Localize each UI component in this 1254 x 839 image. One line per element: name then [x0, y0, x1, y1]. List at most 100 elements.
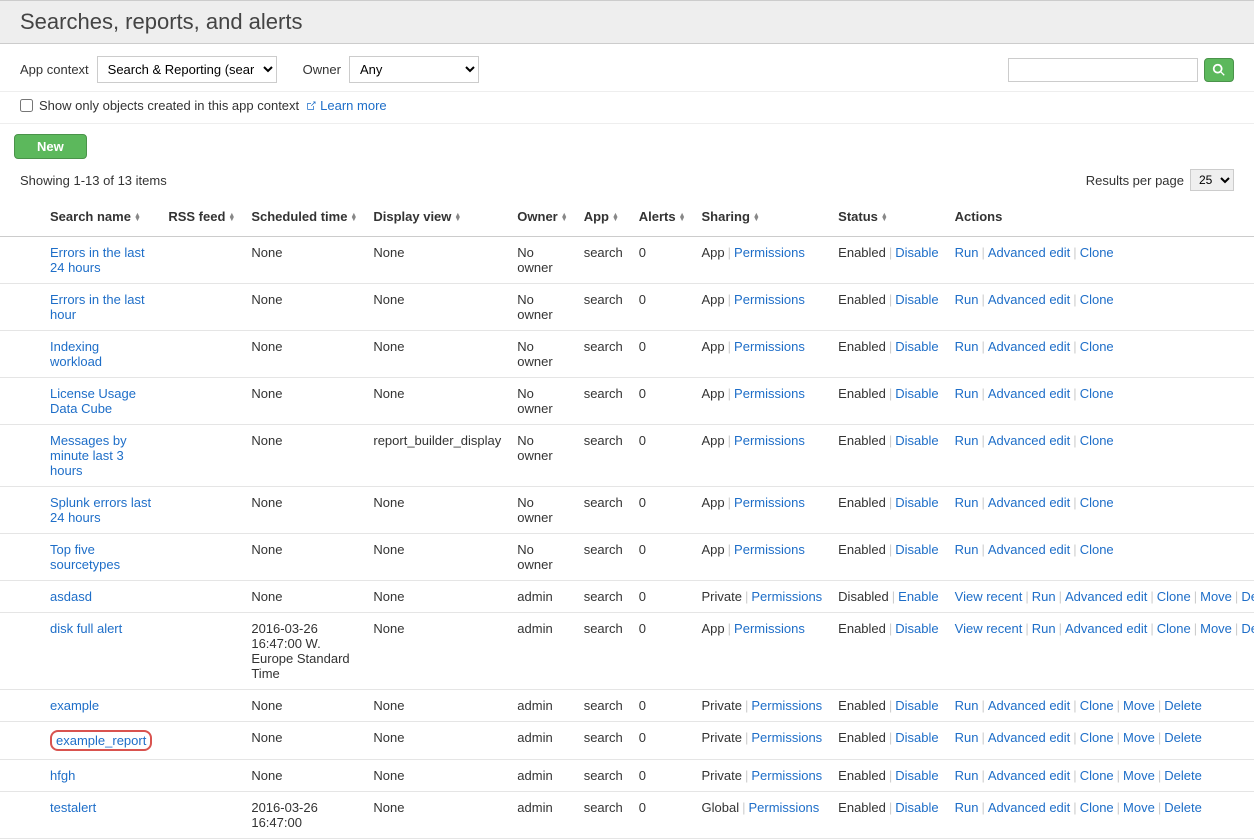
status-action-link[interactable]: Disable	[895, 698, 938, 713]
action-link-view-recent[interactable]: View recent	[955, 589, 1023, 604]
action-link-advanced-edit[interactable]: Advanced edit	[1065, 589, 1147, 604]
action-link-clone[interactable]: Clone	[1080, 495, 1114, 510]
permissions-link[interactable]: Permissions	[734, 245, 805, 260]
permissions-link[interactable]: Permissions	[734, 621, 805, 636]
permissions-link[interactable]: Permissions	[748, 800, 819, 815]
action-link-clone[interactable]: Clone	[1080, 245, 1114, 260]
action-link-run[interactable]: Run	[955, 245, 979, 260]
action-link-advanced-edit[interactable]: Advanced edit	[988, 339, 1070, 354]
action-link-run[interactable]: Run	[955, 495, 979, 510]
search-name-link[interactable]: License Usage Data Cube	[50, 386, 136, 416]
permissions-link[interactable]: Permissions	[751, 698, 822, 713]
action-link-clone[interactable]: Clone	[1080, 698, 1114, 713]
action-link-advanced-edit[interactable]: Advanced edit	[988, 386, 1070, 401]
status-action-link[interactable]: Disable	[895, 621, 938, 636]
action-link-advanced-edit[interactable]: Advanced edit	[988, 542, 1070, 557]
permissions-link[interactable]: Permissions	[751, 730, 822, 745]
action-link-clone[interactable]: Clone	[1080, 730, 1114, 745]
search-name-link[interactable]: asdasd	[50, 589, 92, 604]
action-link-delete[interactable]: Delete	[1164, 698, 1202, 713]
action-link-move[interactable]: Move	[1200, 589, 1232, 604]
col-header-app[interactable]: App▲▼	[576, 201, 631, 237]
action-link-clone[interactable]: Clone	[1080, 542, 1114, 557]
action-link-run[interactable]: Run	[955, 768, 979, 783]
col-header-sched[interactable]: Scheduled time▲▼	[243, 201, 365, 237]
action-link-advanced-edit[interactable]: Advanced edit	[1065, 621, 1147, 636]
search-button[interactable]	[1204, 58, 1234, 82]
action-link-delete[interactable]: Delete	[1164, 768, 1202, 783]
action-link-clone[interactable]: Clone	[1080, 292, 1114, 307]
action-link-run[interactable]: Run	[955, 698, 979, 713]
action-link-delete[interactable]: Delete	[1241, 621, 1254, 636]
action-link-run[interactable]: Run	[955, 800, 979, 815]
search-name-link[interactable]: testalert	[50, 800, 96, 815]
status-action-link[interactable]: Disable	[895, 730, 938, 745]
action-link-run[interactable]: Run	[955, 339, 979, 354]
action-link-advanced-edit[interactable]: Advanced edit	[988, 495, 1070, 510]
action-link-clone[interactable]: Clone	[1080, 433, 1114, 448]
permissions-link[interactable]: Permissions	[751, 589, 822, 604]
status-action-link[interactable]: Disable	[895, 542, 938, 557]
status-action-link[interactable]: Disable	[895, 339, 938, 354]
search-name-link[interactable]: Indexing workload	[50, 339, 102, 369]
action-link-run[interactable]: Run	[955, 433, 979, 448]
action-link-advanced-edit[interactable]: Advanced edit	[988, 698, 1070, 713]
owner-select[interactable]: Any	[349, 56, 479, 83]
search-name-link[interactable]: example_report	[56, 733, 146, 748]
app-context-select[interactable]: Search & Reporting (search)	[97, 56, 277, 83]
action-link-clone[interactable]: Clone	[1080, 768, 1114, 783]
search-name-link[interactable]: Splunk errors last 24 hours	[50, 495, 151, 525]
action-link-delete[interactable]: Delete	[1164, 730, 1202, 745]
action-link-advanced-edit[interactable]: Advanced edit	[988, 292, 1070, 307]
col-header-name[interactable]: Search name▲▼	[0, 201, 160, 237]
col-header-status[interactable]: Status▲▼	[830, 201, 946, 237]
action-link-move[interactable]: Move	[1123, 800, 1155, 815]
action-link-move[interactable]: Move	[1123, 730, 1155, 745]
action-link-advanced-edit[interactable]: Advanced edit	[988, 433, 1070, 448]
permissions-link[interactable]: Permissions	[751, 768, 822, 783]
action-link-advanced-edit[interactable]: Advanced edit	[988, 768, 1070, 783]
permissions-link[interactable]: Permissions	[734, 386, 805, 401]
search-name-link[interactable]: hfgh	[50, 768, 75, 783]
action-link-move[interactable]: Move	[1123, 698, 1155, 713]
search-name-link[interactable]: Errors in the last 24 hours	[50, 245, 145, 275]
col-header-sharing[interactable]: Sharing▲▼	[694, 201, 831, 237]
status-action-link[interactable]: Disable	[895, 800, 938, 815]
action-link-clone[interactable]: Clone	[1157, 621, 1191, 636]
action-link-clone[interactable]: Clone	[1080, 800, 1114, 815]
action-link-run[interactable]: Run	[955, 292, 979, 307]
action-link-run[interactable]: Run	[955, 542, 979, 557]
permissions-link[interactable]: Permissions	[734, 542, 805, 557]
search-name-link[interactable]: disk full alert	[50, 621, 122, 636]
new-button[interactable]: New	[14, 134, 87, 159]
status-action-link[interactable]: Enable	[898, 589, 938, 604]
learn-more-link[interactable]: Learn more	[305, 98, 386, 113]
action-link-clone[interactable]: Clone	[1157, 589, 1191, 604]
show-only-this-app-checkbox[interactable]	[20, 99, 33, 112]
status-action-link[interactable]: Disable	[895, 245, 938, 260]
action-link-run[interactable]: Run	[1032, 621, 1056, 636]
permissions-link[interactable]: Permissions	[734, 292, 805, 307]
search-name-link[interactable]: Messages by minute last 3 hours	[50, 433, 127, 478]
permissions-link[interactable]: Permissions	[734, 433, 805, 448]
action-link-run[interactable]: Run	[1032, 589, 1056, 604]
col-header-disp[interactable]: Display view▲▼	[365, 201, 509, 237]
action-link-run[interactable]: Run	[955, 730, 979, 745]
col-header-rss[interactable]: RSS feed▲▼	[160, 201, 243, 237]
action-link-advanced-edit[interactable]: Advanced edit	[988, 730, 1070, 745]
permissions-link[interactable]: Permissions	[734, 339, 805, 354]
action-link-view-recent[interactable]: View recent	[955, 621, 1023, 636]
status-action-link[interactable]: Disable	[895, 768, 938, 783]
action-link-run[interactable]: Run	[955, 386, 979, 401]
action-link-advanced-edit[interactable]: Advanced edit	[988, 245, 1070, 260]
col-header-owner[interactable]: Owner▲▼	[509, 201, 575, 237]
search-name-link[interactable]: example	[50, 698, 99, 713]
action-link-delete[interactable]: Delete	[1241, 589, 1254, 604]
status-action-link[interactable]: Disable	[895, 433, 938, 448]
action-link-clone[interactable]: Clone	[1080, 386, 1114, 401]
action-link-delete[interactable]: Delete	[1164, 800, 1202, 815]
search-name-link[interactable]: Errors in the last hour	[50, 292, 145, 322]
rpp-select[interactable]: 25	[1190, 169, 1234, 191]
search-input[interactable]	[1008, 58, 1198, 82]
permissions-link[interactable]: Permissions	[734, 495, 805, 510]
